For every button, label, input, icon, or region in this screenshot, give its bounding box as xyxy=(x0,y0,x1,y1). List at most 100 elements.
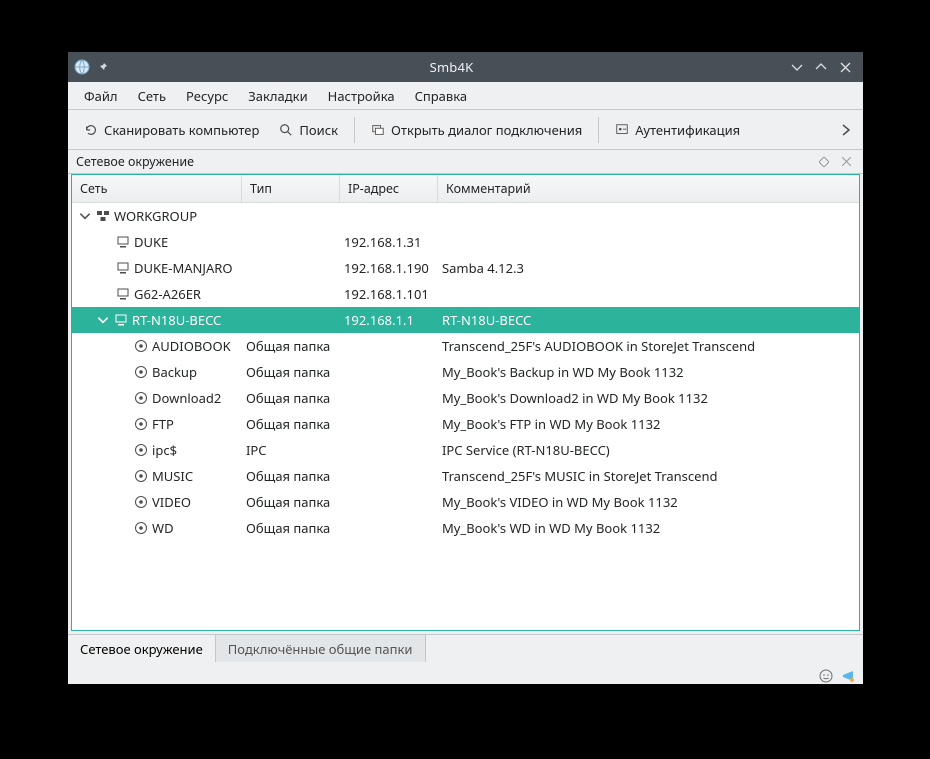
workgroup-row[interactable]: WORKGROUP xyxy=(72,203,859,229)
host-name: G62-A26ER xyxy=(134,285,201,303)
menu-network[interactable]: Сеть xyxy=(128,83,176,109)
auth-label: Аутентификация xyxy=(635,121,740,139)
panel-title: Сетевое окружение xyxy=(76,153,811,170)
toolbar: Сканировать компьютер Поиск Открыть диал… xyxy=(68,110,863,150)
status-share-icon xyxy=(841,666,855,680)
share-name: Backup xyxy=(152,363,197,381)
share-row-audiobook[interactable]: AUDIOBOOK Общая папка Transcend_25F's AU… xyxy=(72,333,859,359)
share-row-download2[interactable]: Download2 Общая папка My_Book's Download… xyxy=(72,385,859,411)
share-comment: My_Book's WD in WD My Book 1132 xyxy=(438,519,859,537)
share-type: Общая папка xyxy=(242,519,340,537)
menu-file[interactable]: Файл xyxy=(74,83,128,109)
col-ip[interactable]: IP-адрес xyxy=(340,175,438,202)
share-type: Общая папка xyxy=(242,363,340,381)
expand-icon[interactable] xyxy=(96,313,110,327)
host-row-g62[interactable]: G62-A26ER 192.168.1.101 xyxy=(72,281,859,307)
share-icon xyxy=(134,365,148,379)
tab-network-neighborhood[interactable]: Сетевое окружение xyxy=(68,635,216,662)
share-type: Общая папка xyxy=(242,389,340,407)
mount-dialog-button[interactable]: Открыть диалог подключения xyxy=(361,114,592,146)
share-comment: My_Book's Download2 in WD My Book 1132 xyxy=(438,389,859,407)
share-row-music[interactable]: MUSIC Общая папка Transcend_25F's MUSIC … xyxy=(72,463,859,489)
bottom-tabs: Сетевое окружение Подключённые общие пап… xyxy=(68,634,863,662)
share-comment: Transcend_25F's AUDIOBOOK in StoreJet Tr… xyxy=(438,337,859,355)
host-ip: 192.168.1.190 xyxy=(340,259,438,277)
share-comment: My_Book's VIDEO in WD My Book 1132 xyxy=(438,493,859,511)
share-type: Общая папка xyxy=(242,467,340,485)
scan-label: Сканировать компьютер xyxy=(104,121,259,139)
share-comment: Transcend_25F's MUSIC in StoreJet Transc… xyxy=(438,467,859,485)
share-row-wd[interactable]: WD Общая папка My_Book's WD in WD My Boo… xyxy=(72,515,859,541)
share-name: WD xyxy=(152,519,174,537)
panel-float-button[interactable] xyxy=(815,153,833,171)
smb4k-window: Smb4K Файл Сеть Ресурс Закладки Настройк… xyxy=(68,52,863,684)
share-row-video[interactable]: VIDEO Общая папка My_Book's VIDEO in WD … xyxy=(72,489,859,515)
statusbar xyxy=(68,662,863,684)
toolbar-separator xyxy=(354,117,355,143)
maximize-button[interactable] xyxy=(809,55,833,79)
share-type: IPC xyxy=(242,441,340,459)
tree-body[interactable]: WORKGROUP DUKE 192.168.1.31 xyxy=(72,203,859,630)
host-comment: Samba 4.12.3 xyxy=(438,259,859,277)
network-tree: Сеть Тип IP-адрес Комментарий WORKGROUP xyxy=(71,174,860,631)
share-row-ipc[interactable]: ipc$ IPC IPC Service (RT-N18U-BECC) xyxy=(72,437,859,463)
share-icon xyxy=(134,443,148,457)
col-network[interactable]: Сеть xyxy=(72,175,242,202)
search-button[interactable]: Поиск xyxy=(269,114,348,146)
share-name: VIDEO xyxy=(152,493,191,511)
col-type[interactable]: Тип xyxy=(242,175,340,202)
host-row-duke-manjaro[interactable]: DUKE-MANJARO 192.168.1.190 Samba 4.12.3 xyxy=(72,255,859,281)
menu-resource[interactable]: Ресурс xyxy=(176,83,238,109)
share-row-backup[interactable]: Backup Общая папка My_Book's Backup in W… xyxy=(72,359,859,385)
menu-help[interactable]: Справка xyxy=(405,83,478,109)
status-face-icon xyxy=(819,666,833,680)
tab-mounted-shares[interactable]: Подключённые общие папки xyxy=(216,635,426,662)
share-comment: IPC Service (RT-N18U-BECC) xyxy=(438,441,859,459)
titlebar[interactable]: Smb4K xyxy=(68,52,863,82)
share-comment: My_Book's Backup in WD My Book 1132 xyxy=(438,363,859,381)
expand-icon[interactable] xyxy=(78,209,92,223)
share-row-ftp[interactable]: FTP Общая папка My_Book's FTP in WD My B… xyxy=(72,411,859,437)
host-row-duke[interactable]: DUKE 192.168.1.31 xyxy=(72,229,859,255)
share-name: MUSIC xyxy=(152,467,193,485)
host-name: DUKE xyxy=(134,233,168,251)
toolbar-separator xyxy=(598,117,599,143)
host-icon xyxy=(116,235,130,249)
share-name: ipc$ xyxy=(152,441,177,459)
menu-bookmarks[interactable]: Закладки xyxy=(238,83,317,109)
share-name: Download2 xyxy=(152,389,221,407)
auth-button[interactable]: Аутентификация xyxy=(605,114,750,146)
close-button[interactable] xyxy=(833,55,857,79)
host-name: RT-N18U-BECC xyxy=(132,311,221,329)
workgroup-icon xyxy=(96,209,110,223)
auth-icon xyxy=(615,123,629,137)
host-comment: RT-N18U-BECC xyxy=(438,311,859,329)
search-icon xyxy=(279,123,293,137)
col-comment[interactable]: Комментарий xyxy=(438,175,859,202)
mount-icon xyxy=(371,123,385,137)
share-icon xyxy=(134,495,148,509)
network-tree-panel: Сеть Тип IP-адрес Комментарий WORKGROUP xyxy=(68,174,863,634)
share-type: Общая папка xyxy=(242,415,340,433)
share-name: AUDIOBOOK xyxy=(152,337,231,355)
scan-button[interactable]: Сканировать компьютер xyxy=(74,114,269,146)
share-type: Общая папка xyxy=(242,493,340,511)
search-label: Поиск xyxy=(299,121,338,139)
app-globe-icon xyxy=(74,59,90,75)
menu-settings[interactable]: Настройка xyxy=(318,83,405,109)
host-row-rt-selected[interactable]: RT-N18U-BECC 192.168.1.1 RT-N18U-BECC xyxy=(72,307,859,333)
host-icon xyxy=(116,261,130,275)
share-icon xyxy=(134,469,148,483)
share-icon xyxy=(134,339,148,353)
menubar: Файл Сеть Ресурс Закладки Настройка Спра… xyxy=(68,82,863,110)
toolbar-overflow-button[interactable] xyxy=(835,114,857,146)
pin-icon[interactable] xyxy=(96,60,110,74)
host-ip: 192.168.1.31 xyxy=(340,233,438,251)
host-icon xyxy=(116,287,130,301)
share-comment: My_Book's FTP in WD My Book 1132 xyxy=(438,415,859,433)
host-ip: 192.168.1.101 xyxy=(340,285,438,303)
panel-close-button[interactable] xyxy=(837,153,855,171)
minimize-button[interactable] xyxy=(785,55,809,79)
share-icon xyxy=(134,391,148,405)
refresh-icon xyxy=(84,123,98,137)
